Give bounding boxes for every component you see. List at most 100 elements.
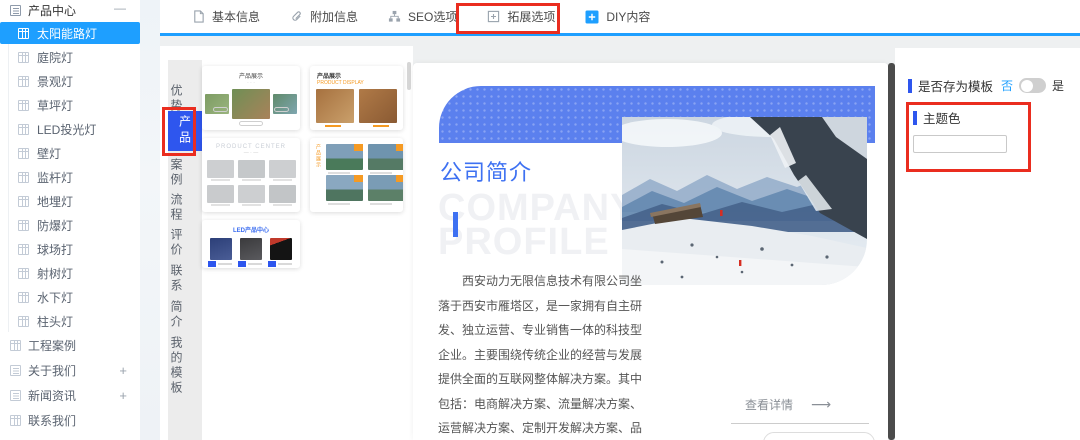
toggle-off-label: 否 [1001,77,1013,94]
grid-icon [10,415,21,426]
thumbnail-scrollbar[interactable] [407,62,411,90]
grid-icon [18,220,29,231]
template-thumbnail-machines[interactable]: LED产品中心 [202,220,300,268]
sidebar-item-tree-light[interactable]: 射树灯 [0,261,140,285]
sidebar-item-landscape-light[interactable]: 景观灯 [0,69,140,93]
module-tab-intro[interactable]: 简介 [168,300,202,330]
thumb-image [238,185,265,203]
sidebar-item-wall-light[interactable]: 壁灯 [0,141,140,165]
sidebar-item-underwater-light[interactable]: 水下灯 [0,285,140,309]
diy-plus-square-icon [585,10,599,24]
menu-list-icon [10,365,21,376]
sidebar-item-courtyard-light[interactable]: 庭院灯 [0,45,140,69]
thumb-image [326,144,363,170]
grid-icon [18,124,29,135]
menu-list-icon [10,5,21,16]
next-section-peek [763,432,875,440]
module-tab-product[interactable]: 产品 [168,111,202,151]
sidebar-item-led-floodlight[interactable]: LED投光灯 [0,117,140,141]
sidebar-gap [140,0,160,440]
thumb-image [368,144,403,170]
grid-icon [18,100,29,111]
expand-icon[interactable]: + [119,363,127,378]
accent-bar [453,212,458,237]
diy-preview-canvas[interactable]: COMPANY PROFILE 公司简介 [413,63,888,440]
sidebar-item-stadium-light[interactable]: 球场打 [0,237,140,261]
grid-icon [18,172,29,183]
toggle-knob [1021,80,1033,92]
mountain-photo [622,117,867,285]
template-thumbnail-plants[interactable]: 产品展示 · · · [202,66,300,130]
module-tab-my-templates[interactable]: 我的模板 [168,336,202,396]
sidebar-section-contact[interactable]: 联系我们 [0,408,140,433]
module-tab-process[interactable]: 流程 [168,193,202,223]
save-as-template-label: 是否存为模板 [918,76,993,95]
module-panel: 优势 产品 案例 流程 评价 联系 简介 我的模板 产品展示 · · · [160,46,413,440]
theme-color-label: 主题色 [923,108,961,127]
sidebar-section-projects[interactable]: 工程案例 [0,333,140,358]
page: 产品中心 — 太阳能路灯 庭院灯 景观灯 草坪灯 LED投光灯 壁灯 [0,0,1080,440]
top-tab-bar: 基本信息 附加信息 SEO选项 拓展选项 DIY内容 [160,0,1080,33]
module-tab-case[interactable]: 案例 [168,158,202,188]
toggle-on-label: 是 [1052,77,1064,94]
tab-extended-options[interactable]: 拓展选项 [477,0,565,33]
thumb-image [270,238,292,260]
thumb-image [238,160,265,178]
module-tab-contact[interactable]: 联系 [168,264,202,294]
menu-list-icon [10,390,21,401]
sidebar-section-news[interactable]: 新闻资讯 + [0,383,140,408]
sidebar-item-column-light[interactable]: 柱头灯 [0,309,140,333]
arrow-right-icon: ⟶ [811,396,831,413]
view-details-link[interactable]: 查看详情 ⟶ [745,396,831,413]
active-tab-underline [160,33,1080,36]
grid-icon [10,340,21,351]
sidebar-item-solar-street-light[interactable]: 太阳能路灯 [0,22,140,44]
save-template-toggle[interactable] [1019,78,1046,93]
sidebar-header[interactable]: 产品中心 — [0,0,140,21]
sidebar-item-explosionproof-light[interactable]: 防爆灯 [0,213,140,237]
thumb-image [269,160,296,178]
company-intro-paragraph: 西安动力无限信息技术有限公司坐落于西安市雁塔区，是一家拥有自主研发、独立运营、专… [438,269,642,440]
theme-color-input[interactable] [913,135,1007,153]
sidebar-item-buried-light[interactable]: 地埋灯 [0,189,140,213]
category-sidebar: 产品中心 — 太阳能路灯 庭院灯 景观灯 草坪灯 LED投光灯 壁灯 [0,0,140,440]
grid-icon [18,292,29,303]
thumb-image [368,175,403,201]
template-thumbnail-product-grid[interactable]: PRODUCT CENTER — · — [202,138,300,212]
grid-icon [18,268,29,279]
sidebar-section-about[interactable]: 关于我们 + [0,358,140,383]
grid-icon [18,148,29,159]
sitemap-icon [388,10,401,23]
tab-seo-options[interactable]: SEO选项 [378,0,467,33]
thumb-image [240,238,262,260]
thumb-image [269,185,296,203]
canvas-scrollbar[interactable] [888,63,895,440]
plus-square-icon [487,10,500,23]
sidebar-item-lawn-light[interactable]: 草坪灯 [0,93,140,117]
template-thumbnail-scenery[interactable]: 产品展示 [310,138,403,212]
sidebar-item-pole-light[interactable]: 监杆灯 [0,165,140,189]
grid-icon [18,28,29,39]
module-tab-review[interactable]: 评价 [168,228,202,258]
template-thumbnail-food[interactable]: 产品展示 PRODUCT DISPLAY [310,66,403,130]
tab-additional-info[interactable]: 附加信息 [280,0,368,33]
grid-icon [18,196,29,207]
tab-basic-info[interactable]: 基本信息 [182,0,270,33]
module-tab-advantage[interactable]: 优势 [168,84,202,114]
expand-icon[interactable]: + [119,388,127,403]
thumb-image [232,89,270,119]
sidebar-title: 产品中心 [28,2,76,19]
section-marker [908,79,912,93]
thumb-image [326,175,363,201]
paperclip-icon [290,10,303,23]
thumb-image [316,89,354,123]
section-title: 公司简介 [440,155,532,187]
thumb-image [210,238,232,260]
module-tab-strip: 优势 产品 案例 流程 评价 联系 简介 我的模板 [168,60,202,440]
collapse-icon[interactable]: — [114,1,126,15]
settings-panel: 是否存为模板 否 是 主题色 [895,48,1080,440]
section-marker [913,111,917,125]
grid-icon [18,76,29,87]
tab-diy-content[interactable]: DIY内容 [575,0,660,33]
grid-icon [18,52,29,63]
